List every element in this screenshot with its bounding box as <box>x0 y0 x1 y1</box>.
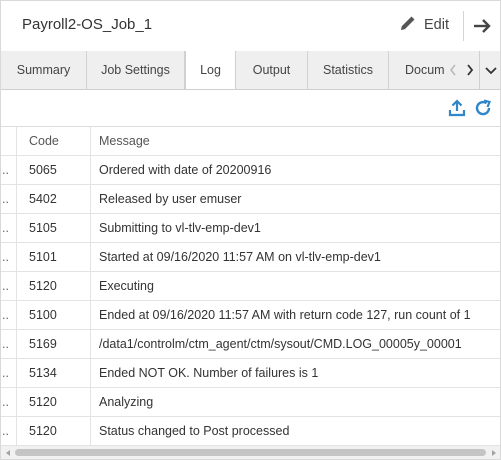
code-cell: 5105 <box>18 214 91 242</box>
code-cell: 5065 <box>18 156 91 184</box>
message-cell: Analyzing <box>99 395 154 409</box>
tab-documentation[interactable]: Docum <box>389 51 445 89</box>
code-cell: 5120 <box>18 272 91 300</box>
horizontal-scrollbar[interactable] <box>1 446 500 459</box>
refresh-icon[interactable] <box>473 98 493 118</box>
job-title: Payroll2-OS_Job_1 <box>22 16 153 33</box>
truncated-cell: .. <box>1 185 17 213</box>
truncated-cell: .. <box>1 214 17 242</box>
chevron-down-icon[interactable] <box>479 51 500 89</box>
truncated-cell: .. <box>1 359 17 387</box>
tab-statistics[interactable]: Statistics <box>308 51 389 89</box>
message-cell: Released by user emuser <box>99 192 242 206</box>
scroll-left-icon[interactable] <box>1 446 14 459</box>
code-cell: 5120 <box>18 417 91 445</box>
table-row[interactable]: .. 5065 Ordered with date of 20200916 <box>1 156 500 185</box>
table-row[interactable]: .. 5101 Started at 09/16/2020 11:57 AM o… <box>1 243 500 272</box>
tab-log[interactable]: Log <box>185 51 236 89</box>
log-toolbar <box>1 90 500 127</box>
message-cell: Status changed to Post processed <box>99 424 290 438</box>
truncated-cell: .. <box>1 243 17 271</box>
tab-job-settings[interactable]: Job Settings <box>87 51 185 89</box>
code-cell: 5120 <box>18 388 91 416</box>
scroll-right-icon[interactable] <box>487 446 500 459</box>
edit-button[interactable]: Edit <box>399 13 449 37</box>
code-cell: 5169 <box>18 330 91 358</box>
edit-button-label: Edit <box>424 17 449 33</box>
truncated-cell: .. <box>1 156 17 184</box>
code-cell: 5402 <box>18 185 91 213</box>
chevron-right-icon[interactable] <box>461 51 479 89</box>
message-cell: Executing <box>99 279 154 293</box>
message-cell: Ended at 09/16/2020 11:57 AM with return… <box>99 308 471 322</box>
table-row[interactable]: .. 5169 /data1/controlm/ctm_agent/ctm/sy… <box>1 330 500 359</box>
tab-summary[interactable]: Summary <box>1 51 87 89</box>
message-cell: Ended NOT OK. Number of failures is 1 <box>99 366 319 380</box>
message-cell: Submitting to vl-tlv-emp-dev1 <box>99 221 261 235</box>
table-row[interactable]: .. 5120 Status changed to Post processed <box>1 417 500 446</box>
table-row[interactable]: .. 5134 Ended NOT OK. Number of failures… <box>1 359 500 388</box>
message-cell: Ordered with date of 20200916 <box>99 163 272 177</box>
code-cell: 5101 <box>18 243 91 271</box>
table-row[interactable]: .. 5402 Released by user emuser <box>1 185 500 214</box>
arrow-right-icon[interactable] <box>471 15 493 37</box>
tab-bar: Summary Job Settings Log Output Statisti… <box>1 51 500 90</box>
log-table: Code Message .. 5065 Ordered with date o… <box>1 126 500 446</box>
tab-output[interactable]: Output <box>236 51 308 89</box>
truncated-cell: .. <box>1 417 17 445</box>
truncated-cell: .. <box>1 388 17 416</box>
pencil-icon <box>399 14 417 37</box>
table-header: Code Message <box>1 126 500 156</box>
message-cell: /data1/controlm/ctm_agent/ctm/sysout/CMD… <box>99 337 462 351</box>
table-row[interactable]: .. 5120 Analyzing <box>1 388 500 417</box>
header-divider <box>463 11 464 41</box>
code-cell: 5134 <box>18 359 91 387</box>
column-header-code[interactable]: Code <box>18 126 91 155</box>
export-icon[interactable] <box>447 98 467 118</box>
truncated-cell: .. <box>1 272 17 300</box>
table-row[interactable]: .. 5105 Submitting to vl-tlv-emp-dev1 <box>1 214 500 243</box>
chevron-left-icon[interactable] <box>444 51 462 89</box>
truncated-cell: .. <box>1 301 17 329</box>
code-cell: 5100 <box>18 301 91 329</box>
table-row[interactable]: .. 5120 Executing <box>1 272 500 301</box>
table-row[interactable]: .. 5100 Ended at 09/16/2020 11:57 AM wit… <box>1 301 500 330</box>
truncated-cell: .. <box>1 330 17 358</box>
message-cell: Started at 09/16/2020 11:57 AM on vl-tlv… <box>99 250 381 264</box>
job-details-panel: Payroll2-OS_Job_1 Edit Summary Job Setti… <box>0 0 501 460</box>
panel-header: Payroll2-OS_Job_1 Edit <box>1 1 500 52</box>
scrollbar-thumb[interactable] <box>15 449 486 456</box>
truncated-column-header[interactable] <box>1 126 17 155</box>
column-header-message[interactable]: Message <box>92 126 500 155</box>
